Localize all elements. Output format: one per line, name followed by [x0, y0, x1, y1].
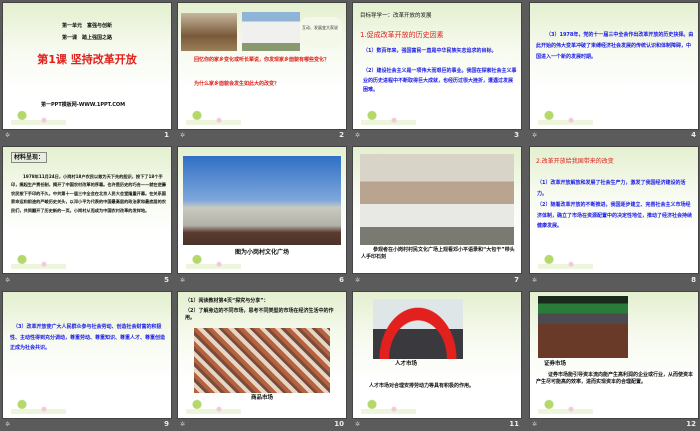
lesson-text: 第一课 踏上强国之路 [61, 35, 112, 41]
decoration [538, 253, 593, 269]
market-photo [194, 328, 330, 393]
stock-exchange-photo [538, 296, 628, 358]
decoration [538, 398, 593, 414]
slide-thumbnail-1[interactable]: 第一单元 富强与创新 第一课 踏上强国之路 第1课 坚持改革开放 第一PPT模板… [3, 3, 171, 129]
slide-number: 8 [691, 276, 696, 284]
caption: 证券市场 [544, 361, 567, 367]
slide-meta-4: ✲ 4 [530, 130, 698, 142]
slide-meta-6: ✲ 6 [178, 275, 346, 287]
square-photo [183, 156, 341, 245]
slide-number: 6 [339, 276, 344, 284]
decoration [186, 109, 241, 125]
slide-meta-12: ✲ 12 [530, 419, 698, 431]
subheading: 1.促成改革开放的历史因素 [360, 31, 444, 39]
section-heading: 目标导学一：改革开放的发展 [360, 13, 432, 19]
decoration [361, 109, 416, 125]
slide-meta-5: ✲ 5 [3, 275, 171, 287]
sign-image: 互动、发展变大家说 [300, 17, 342, 47]
slide-number: 10 [334, 420, 344, 428]
paragraph-1: （3）改革开放使广大人民群众参与社会劳动、创造社会财富的积极性、主动性得到充分调… [10, 324, 166, 351]
slide-thumbnail-3[interactable]: 目标导学一：改革开放的发展 1.促成改革开放的历史因素 （1）数百年来，强国富民… [353, 3, 521, 129]
slide-number: 3 [514, 131, 519, 139]
paragraph-2: （2）建设社会主义是一项伟大而艰巨的事业。我国在探索社会主义事业的历史进程中不断… [363, 68, 517, 93]
slide-thumbnail-11[interactable]: 人才市场 人才市场对合理安排劳动力等具有积极的作用。 [353, 292, 521, 418]
talent-market-photo [373, 299, 463, 359]
paragraph-1: 人才市场对合理安排劳动力等具有积极的作用。 [369, 383, 475, 389]
question-1: 回忆你的家乡变化或听长辈说，你发现家乡面貌有哪些变化？ [194, 57, 330, 63]
caption: 人才市场 [395, 361, 418, 367]
slide-number: 7 [514, 276, 519, 284]
transition-icon: ✲ [5, 277, 11, 284]
transition-icon: ✲ [180, 421, 186, 428]
paragraph-1: （1）数百年来，强国富民一直是中华民族矢志追求的目标。 [363, 48, 497, 54]
slide-meta-7: ✲ 7 [353, 275, 521, 287]
slide-meta-11: ✲ 11 [353, 419, 521, 431]
slide-thumbnail-8[interactable]: 2.改革开放给我国带来的改变 （1）改革开放解放和发展了社会生产力，激发了我国经… [530, 147, 698, 273]
slide-meta-2: ✲ 2 [178, 130, 346, 142]
transition-icon: ✲ [180, 132, 186, 139]
slide-number: 2 [339, 131, 344, 139]
transition-icon: ✲ [355, 277, 361, 284]
slide-number: 12 [686, 420, 696, 428]
new-house-image [242, 12, 300, 51]
paragraph-2: （2）随着改革开放的不断推进，我国逐步建立、完善社会主义市场经济体制，确立了市场… [537, 202, 693, 229]
material-label: 材料呈现： [11, 152, 48, 163]
transition-icon: ✲ [532, 277, 538, 284]
stone-book-photo [360, 154, 514, 245]
slide-number: 4 [691, 131, 696, 139]
question-2: 为什么家乡面貌会发生如此大的改变？ [194, 81, 280, 87]
slide-thumbnail-5[interactable]: 材料呈现： 1978年11月24日，小岗村18户农民以敢为天下先的胆识，按下了1… [3, 147, 171, 273]
decoration [538, 109, 593, 125]
decoration [11, 109, 66, 125]
decoration [11, 253, 66, 269]
decoration [186, 398, 241, 414]
slide-thumbnail-4[interactable]: （3）1978年，党的十一届三中全会作出改革开放的历史抉择。由此开始的伟大变革冲… [530, 3, 698, 129]
transition-icon: ✲ [5, 132, 11, 139]
slide-thumbnail-6[interactable]: 图为小岗村文化广场 [178, 147, 346, 273]
slide-title: 第1课 坚持改革开放 [37, 53, 137, 66]
slide-number: 5 [164, 276, 169, 284]
slide-meta-3: ✲ 3 [353, 130, 521, 142]
slide-thumbnail-9[interactable]: （3）改革开放使广大人民群众参与社会劳动、创造社会财富的积极性、主动性得到充分调… [3, 292, 171, 418]
slide-thumbnail-10[interactable]: （1）阅读教材第4页“探究与分享”： （2）了解身边的不同市场，思考不同类型的市… [178, 292, 346, 418]
slide-meta-1: ✲ 1 [3, 130, 171, 142]
transition-icon: ✲ [355, 421, 361, 428]
transition-icon: ✲ [532, 132, 538, 139]
subheading: 2.改革开放给我国带来的改变 [536, 158, 614, 165]
paragraph-1: 1978年11月24日，小岗村18户农民以敢为天下先的胆识，按下了18个手印，搞… [11, 174, 166, 213]
paragraph-1: （1）阅读教材第4页“探究与分享”： [185, 298, 269, 304]
transition-icon: ✲ [532, 421, 538, 428]
slide-thumbnail-7[interactable]: 参观者在小岗村村民文化广场上观看邓小平语录和“大包干”带头人手印石刻 [353, 147, 521, 273]
slide-thumbnail-12[interactable]: 证券市场 证券市场能引导资本流向能产生高利润的企业或行业，从而使资本产生尽可能高… [530, 292, 698, 418]
paragraph-1: （3）1978年，党的十一届三中全会作出改革开放的历史抉择。由此开始的伟大变革冲… [536, 32, 694, 60]
paragraph-1: （1）改革开放解放和发展了社会生产力，激发了我国经济建设的活力。 [537, 180, 686, 197]
slide-thumbnail-2[interactable]: 互动、发展变大家说 回忆你的家乡变化或听长辈说，你发现家乡面貌有哪些变化？ 为什… [178, 3, 346, 129]
transition-icon: ✲ [355, 132, 361, 139]
slide-number: 9 [164, 420, 169, 428]
slide-meta-8: ✲ 8 [530, 275, 698, 287]
slide-meta-10: ✲ 10 [178, 419, 346, 431]
paragraph-1: 证券市场能引导资本流向能产生高利润的企业或行业，从而使资本产生尽可能高的效率，进… [536, 372, 694, 385]
decoration [361, 398, 416, 414]
unit-text: 第一单元 富强与创新 [61, 23, 112, 29]
decoration [11, 398, 66, 414]
paragraph-2: （2）了解身边的不同市场，思考不同类型的市场在经济生活中的作用。 [185, 308, 334, 321]
slide-number: 1 [164, 131, 169, 139]
caption: 参观者在小岗村村民文化广场上观看邓小平语录和“大包干”带头人手印石刻 [361, 247, 515, 260]
slide-number: 11 [509, 420, 519, 428]
transition-icon: ✲ [180, 277, 186, 284]
decoration [186, 253, 241, 269]
slide-meta-9: ✲ 9 [3, 419, 171, 431]
transition-icon: ✲ [5, 421, 11, 428]
old-house-image [181, 13, 237, 51]
